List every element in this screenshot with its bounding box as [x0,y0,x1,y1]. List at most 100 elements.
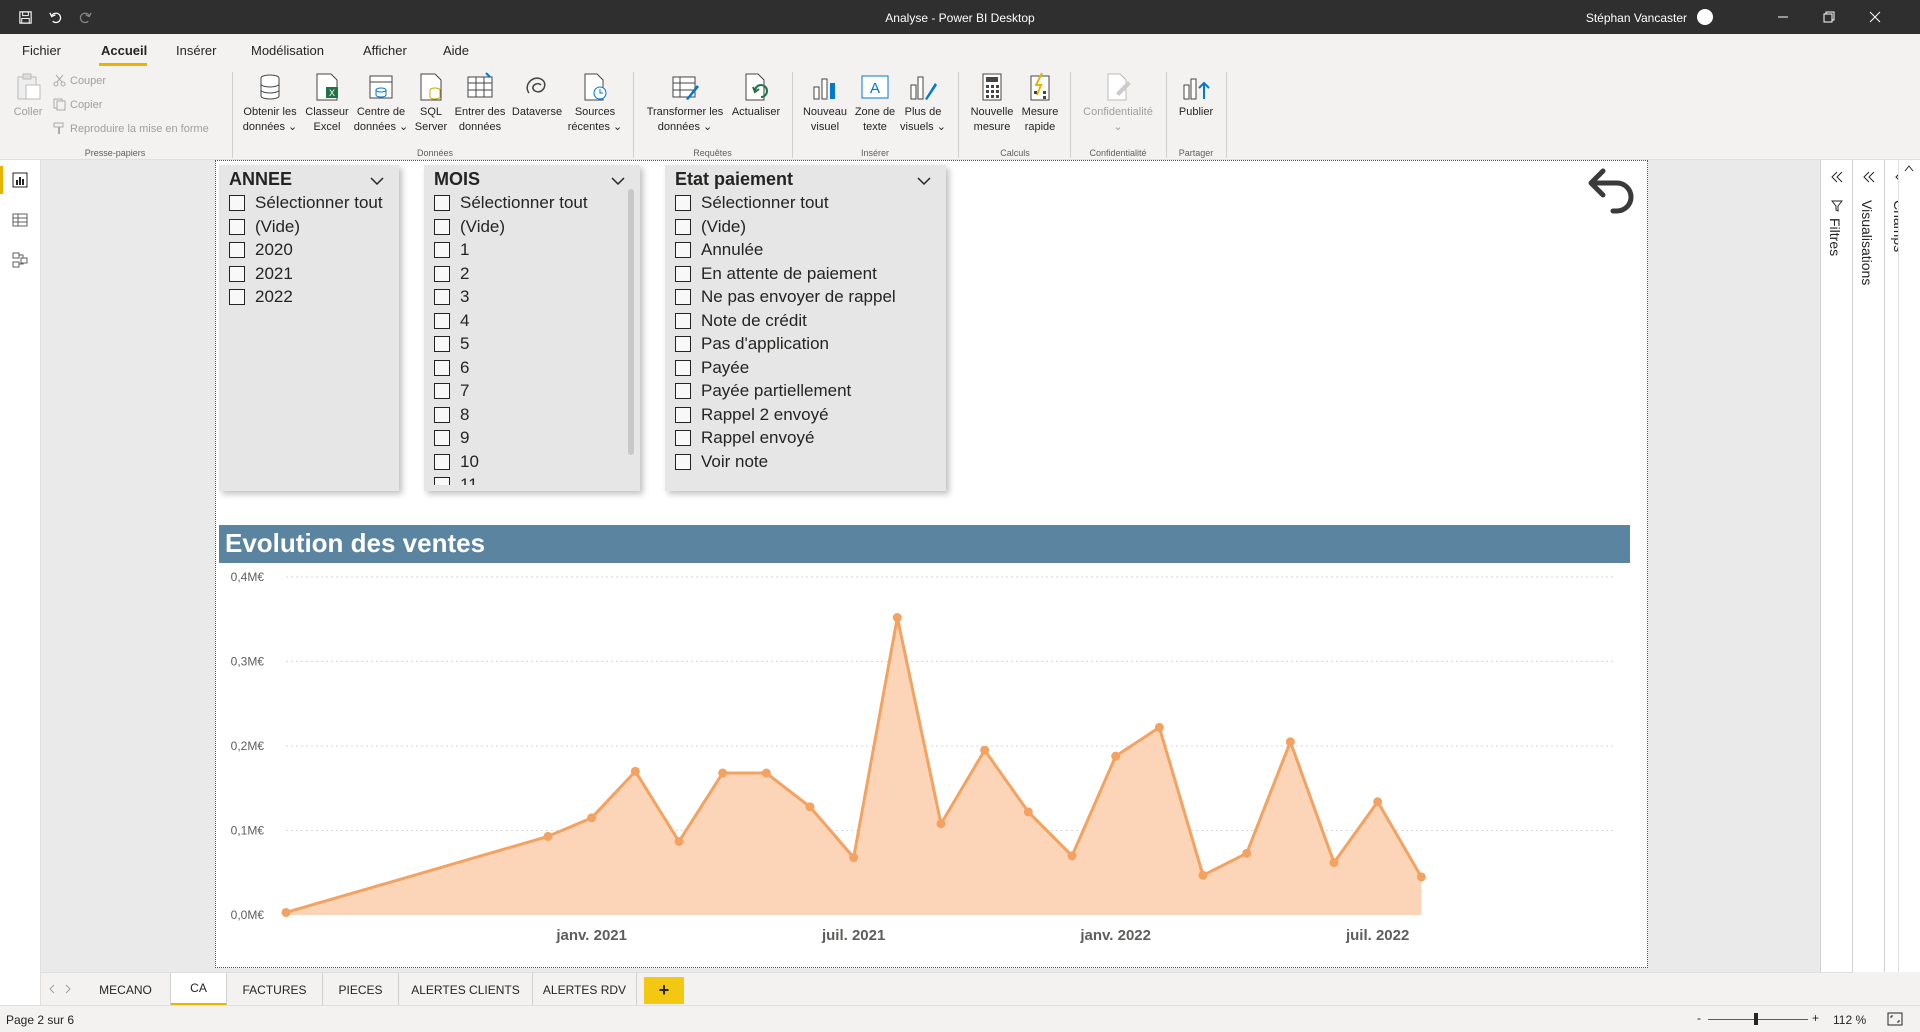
slicer-mois-item[interactable]: 7 [434,381,469,401]
slicer-mois-item[interactable]: Sélectionner tout [434,193,588,213]
data-point[interactable] [936,819,946,829]
chevrons-left-icon[interactable] [1862,170,1876,184]
page-tab[interactable]: PIECES [323,973,399,1006]
checkbox[interactable] [434,312,450,329]
slicer-mois-item[interactable]: 3 [434,287,469,307]
slicer-etat-item[interactable]: Note de crédit [675,311,807,331]
publish-button[interactable]: Publier [1172,71,1220,120]
slicer-annee-item[interactable]: 2020 [229,240,293,260]
minimize-icon[interactable] [1760,0,1806,34]
restore-icon[interactable] [1806,0,1852,34]
data-point[interactable] [587,813,597,823]
sql-server-button[interactable]: SQL Server [413,71,449,135]
checkbox[interactable] [434,383,450,399]
chevron-down-icon[interactable] [916,175,932,187]
filters-pane[interactable]: Filtres [1820,160,1852,972]
slicer-mois-item[interactable]: (Vide) [434,217,505,237]
page-tab[interactable]: FACTURES [227,973,323,1006]
excel-button[interactable]: X Classeur Excel [302,71,352,135]
new-visual-button[interactable]: Nouveau visuel [798,71,852,135]
checkbox[interactable] [434,289,450,305]
transform-data-button[interactable]: Transformer les données ⌄ [640,71,730,135]
checkbox[interactable] [434,218,450,235]
slicer-annee-item[interactable]: Sélectionner tout [229,193,383,213]
add-page-button[interactable]: + [644,977,684,1004]
checkbox[interactable] [675,312,691,329]
slicer-etat-item[interactable]: Sélectionner tout [675,193,829,213]
checkbox[interactable] [229,195,245,211]
checkbox[interactable] [229,218,245,235]
slicer-etat-item[interactable]: Voir note [675,452,768,472]
data-point[interactable] [1154,722,1164,732]
data-point[interactable] [1198,870,1208,880]
dataverse-button[interactable]: Dataverse [510,71,564,120]
data-point[interactable] [1111,751,1121,761]
checkbox[interactable] [229,289,245,305]
data-point[interactable] [1067,851,1077,861]
new-measure-button[interactable]: Nouvelle mesure [964,71,1020,135]
chevrons-left-icon[interactable] [1830,170,1844,184]
get-data-button[interactable]: Obtenir les données ⌄ [240,71,300,135]
page-tab[interactable]: CA [171,973,227,1006]
enter-data-button[interactable]: Entrer des données [452,71,508,135]
data-point[interactable] [281,907,291,917]
checkbox[interactable] [229,265,245,282]
checkbox[interactable] [675,195,691,211]
slicer-mois-item[interactable]: 1 [434,240,469,260]
report-view-icon[interactable] [10,170,30,190]
fit-to-page-icon[interactable] [1887,1012,1903,1026]
checkbox[interactable] [675,242,691,258]
slicer-etat-item[interactable]: Rappel envoyé [675,428,814,448]
data-point[interactable] [849,853,859,863]
page-scrollbar[interactable] [1898,160,1920,972]
data-point[interactable] [1285,737,1295,747]
page-tab[interactable]: ALERTES RDV [533,973,637,1006]
back-arrow-icon[interactable] [1583,161,1639,219]
slicer-etat-item[interactable]: En attente de paiement [675,264,877,284]
checkbox[interactable] [675,406,691,423]
recent-sources-button[interactable]: Sources récentes ⌄ [566,71,624,135]
chevron-down-icon[interactable] [369,175,385,187]
slicer-etat-item[interactable]: Payée partiellement [675,381,851,401]
data-point[interactable] [892,613,902,623]
checkbox[interactable] [434,336,450,352]
data-point[interactable] [1242,848,1252,858]
sensitivity-button[interactable]: Confidentialité ⌄ [1076,71,1160,135]
checkbox[interactable] [675,453,691,470]
model-view-icon[interactable] [10,250,30,270]
user-name[interactable]: Stéphan Vancaster [1586,11,1687,25]
checkbox[interactable] [434,359,450,376]
slicer-mois-item[interactable]: 2 [434,264,469,284]
checkbox[interactable] [229,242,245,258]
chevron-left-icon[interactable] [45,983,59,995]
page-tab[interactable]: MECANO [81,973,171,1006]
slicer-mois-item[interactable]: 8 [434,405,469,425]
text-box-button[interactable]: A Zone de texte [850,71,900,135]
avatar[interactable] [1697,9,1713,25]
slicer-mois-item[interactable]: 5 [434,334,469,354]
more-visuals-button[interactable]: Plus de visuels ⌄ [898,71,948,135]
slicer-mois-item[interactable]: 9 [434,428,469,448]
data-point[interactable] [543,831,553,841]
checkbox[interactable] [434,242,450,258]
slicer-annee-item[interactable]: 2021 [229,264,293,284]
page-tab[interactable]: ALERTES CLIENTS [399,973,533,1006]
datahub-button[interactable]: Centre de données ⌄ [352,71,410,135]
slicer-mois-item[interactable]: 4 [434,311,469,331]
tab-accueil[interactable]: Accueil [101,43,147,58]
checkbox[interactable] [675,289,691,305]
data-point[interactable] [630,766,640,776]
slicer-mois-item[interactable]: 10 [434,452,479,472]
format-painter-button[interactable]: Reproduire la mise en forme [53,122,209,135]
copy-button[interactable]: Copier [53,98,102,111]
data-point[interactable] [718,768,728,778]
checkbox[interactable] [675,336,691,352]
slicer-mois-scrollbar[interactable] [628,189,634,455]
chevron-right-icon[interactable] [61,983,75,995]
quick-measure-button[interactable]: Mesure rapide [1016,71,1064,135]
slicer-etat-item[interactable]: Rappel 2 envoyé [675,405,829,425]
tab-afficher[interactable]: Afficher [363,43,407,58]
tab-aide[interactable]: Aide [443,43,469,58]
cut-button[interactable]: Couper [53,74,106,87]
data-point[interactable] [980,745,990,755]
